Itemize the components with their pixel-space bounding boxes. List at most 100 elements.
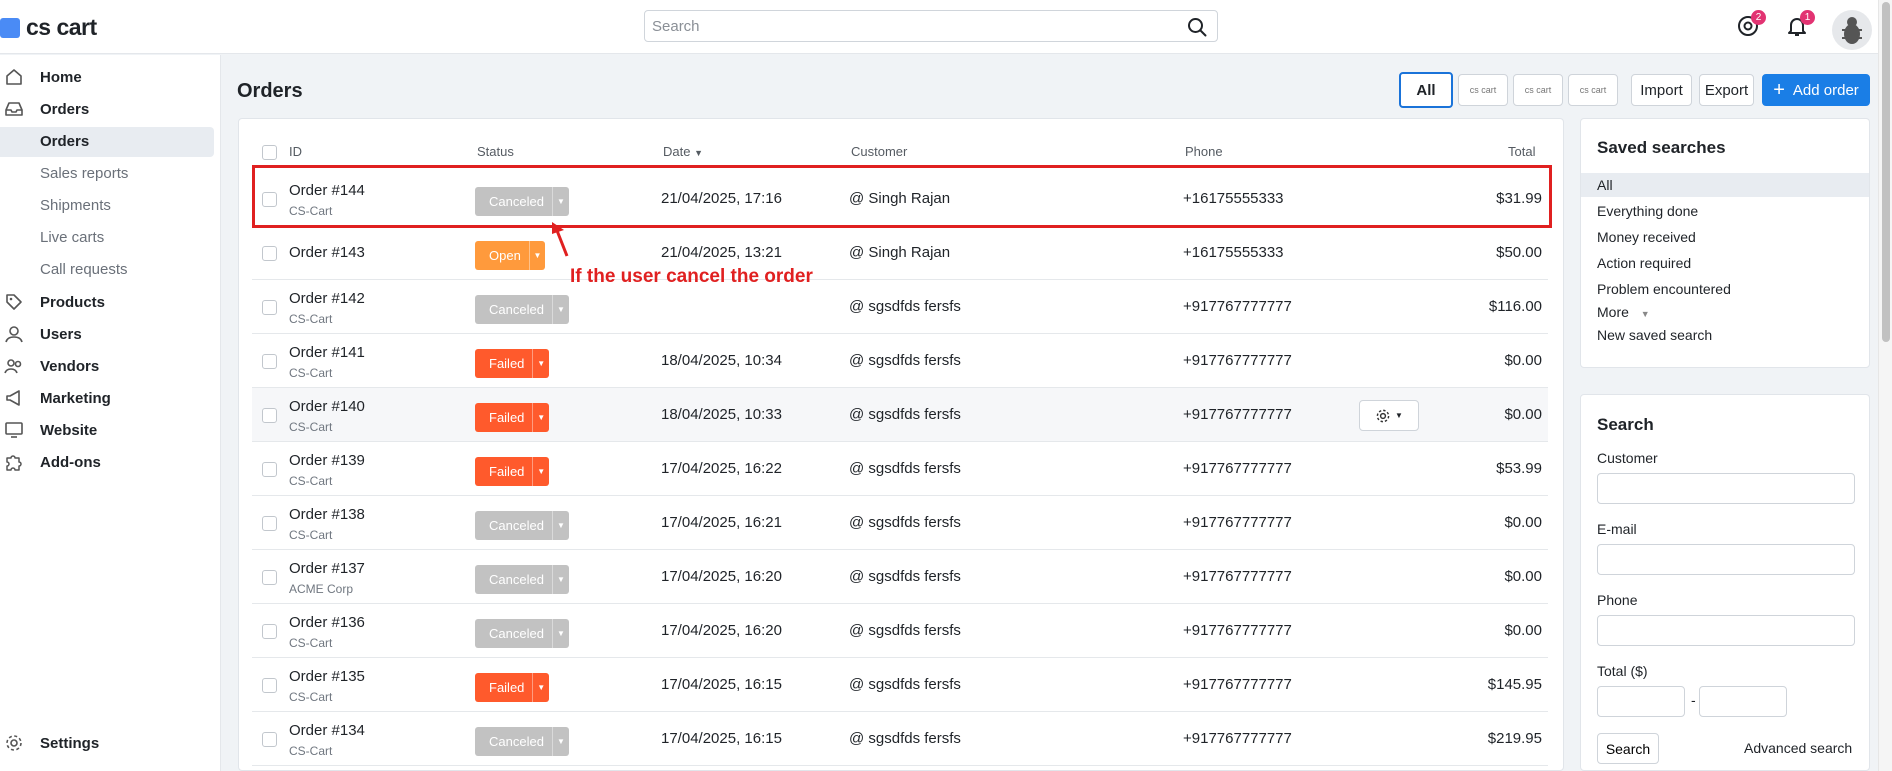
order-customer[interactable]: @ sgsdfds fersfs [849, 298, 961, 315]
sidebar-item-products[interactable]: Products [0, 287, 214, 317]
status-dropdown[interactable]: Failed ▼ [475, 403, 549, 432]
status-dropdown[interactable]: Failed ▼ [475, 349, 549, 378]
order-customer[interactable]: @ sgsdfds fersfs [849, 406, 961, 423]
sidebar-item-home[interactable]: Home [0, 62, 214, 92]
column-customer[interactable]: Customer [851, 144, 907, 159]
add-order-button[interactable]: + Add order [1762, 74, 1870, 106]
saved-search-problem-encountered[interactable]: Problem encountered [1581, 277, 1869, 301]
table-row[interactable]: Order #136 CS-Cart Canceled ▼ 17/04/2025, 16… [252, 604, 1548, 658]
sidebar-subitem-shipments[interactable]: Shipments [0, 191, 214, 221]
order-id-link[interactable]: Order #136 [289, 614, 365, 631]
status-dropdown[interactable]: Canceled ▼ [475, 619, 569, 648]
row-checkbox[interactable] [262, 732, 277, 747]
advanced-search-link[interactable]: Advanced search [1744, 740, 1852, 756]
search-button[interactable]: Search [1597, 733, 1659, 764]
total-to-field[interactable] [1700, 687, 1786, 716]
status-dropdown[interactable]: Canceled ▼ [475, 565, 569, 594]
order-id-link[interactable]: Order #139 [289, 452, 365, 469]
order-id-link[interactable]: Order #141 [289, 344, 365, 361]
order-customer[interactable]: @ sgsdfds fersfs [849, 514, 961, 531]
row-checkbox[interactable] [262, 408, 277, 423]
avatar[interactable] [1832, 10, 1872, 50]
order-id-link[interactable]: Order #135 [289, 668, 365, 685]
storefront-filter-2[interactable]: cs cart [1513, 74, 1563, 106]
row-checkbox[interactable] [262, 624, 277, 639]
table-row[interactable]: Order #134 CS-Cart Canceled ▼ 17/04/2025, 16… [252, 712, 1548, 766]
search-input[interactable] [645, 11, 1165, 41]
storefront-filter-1[interactable]: cs cart [1458, 74, 1508, 106]
row-checkbox[interactable] [262, 246, 277, 261]
column-phone[interactable]: Phone [1185, 144, 1223, 159]
notifications-button[interactable]: 1 [1785, 10, 1815, 38]
column-total[interactable]: Total [1508, 144, 1535, 159]
table-row[interactable]: Order #142 CS-Cart Canceled ▼ @ sgsdfds fers… [252, 280, 1548, 334]
order-customer[interactable]: @ sgsdfds fersfs [849, 730, 961, 747]
customer-field[interactable] [1598, 474, 1854, 503]
row-checkbox[interactable] [262, 570, 277, 585]
order-customer[interactable]: @ sgsdfds fersfs [849, 622, 961, 639]
sidebar-item-vendors[interactable]: Vendors [0, 351, 214, 381]
column-status[interactable]: Status [477, 144, 514, 159]
status-dropdown[interactable]: Open ▼ [475, 241, 545, 270]
table-row[interactable]: Order #137 ACME Corp Canceled ▼ 17/04/2025, … [252, 550, 1548, 604]
column-date[interactable]: Date ▼ [663, 144, 703, 159]
order-customer[interactable]: @ sgsdfds fersfs [849, 676, 961, 693]
new-saved-search-link[interactable]: New saved search [1581, 323, 1869, 347]
order-customer[interactable]: @ sgsdfds fersfs [849, 460, 961, 477]
sidebar-item-website[interactable]: Website [0, 415, 214, 445]
email-field[interactable] [1598, 545, 1854, 574]
logo[interactable]: cs cart [0, 14, 97, 41]
storefront-filter-3[interactable]: cs cart [1568, 74, 1618, 106]
table-row[interactable]: Order #141 CS-Cart Failed ▼ 18/04/2025, 10:3… [252, 334, 1548, 388]
sidebar-item-settings[interactable]: Settings [0, 728, 214, 758]
order-customer[interactable]: @ sgsdfds fersfs [849, 352, 961, 369]
search-icon[interactable] [1187, 17, 1207, 37]
page-scrollbar[interactable] [1878, 0, 1892, 771]
table-row[interactable]: Order #138 CS-Cart Canceled ▼ 17/04/2025, 16… [252, 496, 1548, 550]
saved-search-action-required[interactable]: Action required [1581, 251, 1869, 275]
order-id-link[interactable]: Order #137 [289, 560, 365, 577]
import-button[interactable]: Import [1631, 74, 1692, 106]
row-checkbox[interactable] [262, 678, 277, 693]
saved-search-everything-done[interactable]: Everything done [1581, 199, 1869, 223]
sidebar-subitem-live-carts[interactable]: Live carts [0, 223, 214, 253]
status-dropdown[interactable]: Failed ▼ [475, 457, 549, 486]
order-customer[interactable]: @ Singh Rajan [849, 244, 950, 261]
scrollbar-thumb[interactable] [1882, 2, 1890, 342]
table-row[interactable]: Order #135 CS-Cart Failed ▼ 17/04/2025, 16:1… [252, 658, 1548, 712]
sidebar-item-add-ons[interactable]: Add-ons [0, 447, 214, 477]
row-checkbox[interactable] [262, 462, 277, 477]
row-checkbox[interactable] [262, 516, 277, 531]
sidebar-item-marketing[interactable]: Marketing [0, 383, 214, 413]
order-id-link[interactable]: Order #140 [289, 398, 365, 415]
sidebar-subitem-sales-reports[interactable]: Sales reports [0, 159, 214, 189]
export-button[interactable]: Export [1699, 74, 1754, 106]
order-id-link[interactable]: Order #138 [289, 506, 365, 523]
row-checkbox[interactable] [262, 354, 277, 369]
sidebar-subitem-orders[interactable]: Orders [0, 127, 214, 157]
saved-searches-more[interactable]: More ▼ [1581, 300, 1869, 324]
help-button[interactable]: 2 [1736, 10, 1766, 38]
sidebar-item-orders[interactable]: Orders [0, 94, 214, 124]
order-id-link[interactable]: Order #134 [289, 722, 365, 739]
status-dropdown[interactable]: Canceled ▼ [475, 727, 569, 756]
filter-all-button[interactable]: All [1399, 72, 1453, 108]
order-id-link[interactable]: Order #143 [289, 244, 365, 261]
saved-search-all[interactable]: All [1581, 173, 1869, 197]
row-checkbox[interactable] [262, 300, 277, 315]
order-id-link[interactable]: Order #142 [289, 290, 365, 307]
saved-search-money-received[interactable]: Money received [1581, 225, 1869, 249]
column-id[interactable]: ID [289, 144, 302, 159]
status-dropdown[interactable]: Canceled ▼ [475, 295, 569, 324]
row-actions-button[interactable]: ▼ [1359, 400, 1419, 431]
status-dropdown[interactable]: Canceled ▼ [475, 511, 569, 540]
select-all-checkbox[interactable] [262, 145, 277, 160]
table-row[interactable]: Order #139 CS-Cart Failed ▼ 17/04/2025, 16:2… [252, 442, 1548, 496]
sidebar-subitem-call-requests[interactable]: Call requests [0, 255, 214, 285]
sidebar-item-users[interactable]: Users [0, 319, 214, 349]
order-customer[interactable]: @ sgsdfds fersfs [849, 568, 961, 585]
status-dropdown[interactable]: Failed ▼ [475, 673, 549, 702]
phone-field[interactable] [1598, 616, 1854, 645]
table-row[interactable]: Order #143 Open ▼ 21/04/2025, 13:21 @ Singh … [252, 226, 1548, 280]
total-from-field[interactable] [1598, 687, 1684, 716]
